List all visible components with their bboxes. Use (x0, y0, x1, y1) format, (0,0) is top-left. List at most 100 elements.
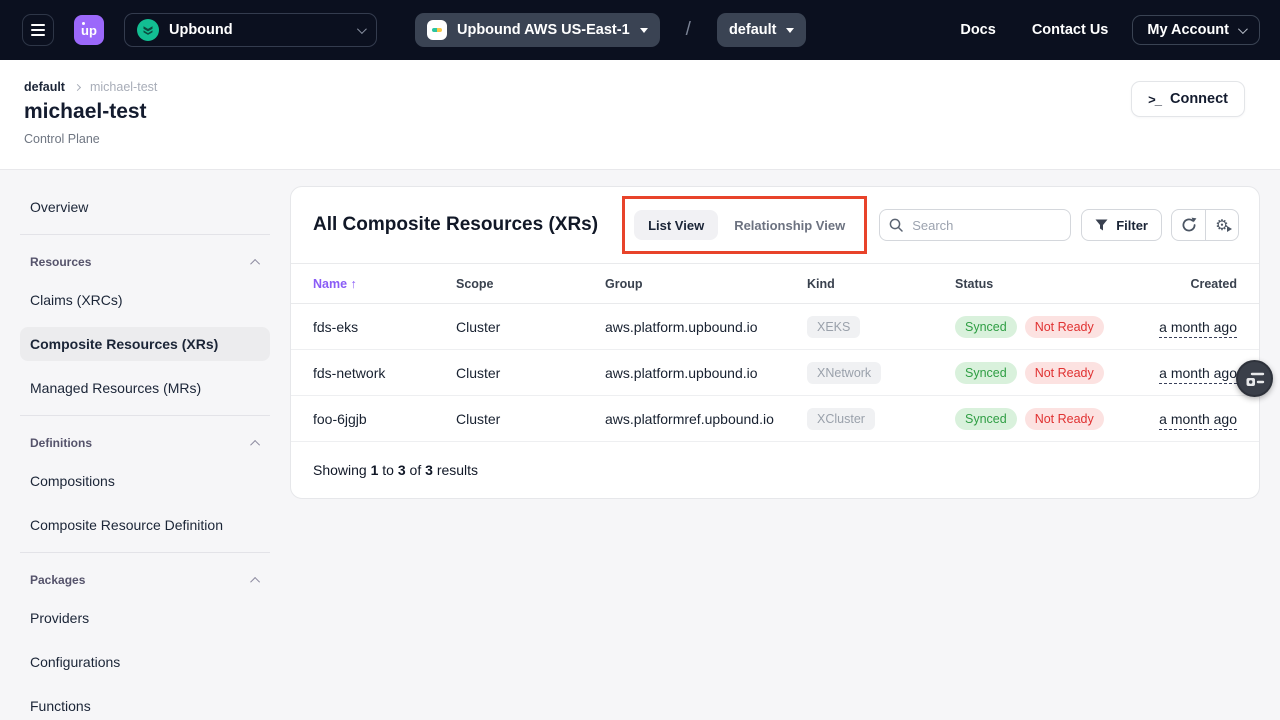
sidebar-item-composite-resources[interactable]: Composite Resources (XRs) (20, 327, 270, 361)
caret-down-icon (640, 28, 648, 33)
cell-scope: Cluster (456, 411, 605, 427)
topbar: up Upbound Upbound AWS US-East-1 / defau… (0, 0, 1280, 60)
sidebar-item-overview[interactable]: Overview (20, 190, 270, 224)
sidebar: Overview Resources Claims (XRCs) Composi… (20, 186, 270, 720)
divider (20, 415, 270, 416)
column-header-scope[interactable]: Scope (456, 277, 605, 291)
list-view-tab[interactable]: List View (634, 210, 718, 240)
column-header-status[interactable]: Status (955, 277, 1135, 291)
breadcrumb-current: michael-test (90, 80, 157, 94)
column-header-created[interactable]: Created (1135, 277, 1237, 291)
synced-badge: Synced (955, 316, 1017, 338)
cell-group: aws.platform.upbound.io (605, 319, 807, 335)
auto-refresh-settings-button[interactable]: ⚙ (1205, 210, 1238, 240)
sidebar-item-claims[interactable]: Claims (XRCs) (20, 283, 270, 317)
chevron-up-icon (250, 576, 260, 586)
created-timestamp[interactable]: a month ago (1159, 319, 1237, 338)
breadcrumb-parent[interactable]: default (24, 80, 65, 94)
refresh-controls: ⚙ (1171, 209, 1239, 241)
chevron-down-icon (357, 24, 367, 34)
connect-button[interactable]: >_ Connect (1131, 81, 1245, 117)
feedback-widget-button[interactable] (1236, 360, 1273, 397)
sort-asc-icon: ↑ (351, 277, 357, 291)
cell-name: foo-6jgjb (313, 411, 456, 427)
content-title: All Composite Resources (XRs) (313, 214, 598, 236)
column-header-name[interactable]: Name ↑ (313, 277, 456, 291)
created-timestamp[interactable]: a month ago (1159, 411, 1237, 430)
table-row[interactable]: fds-eks Cluster aws.platform.upbound.io … (291, 304, 1259, 350)
search-input[interactable] (879, 209, 1071, 241)
filter-label: Filter (1116, 218, 1148, 233)
feedback-form-icon (1245, 370, 1265, 387)
refresh-button[interactable] (1172, 210, 1205, 240)
org-switcher-label: Upbound (169, 22, 233, 38)
toolbar: All Composite Resources (XRs) List View … (291, 187, 1259, 263)
divider (20, 234, 270, 235)
hamburger-icon (31, 24, 45, 26)
section-label: Definitions (30, 436, 92, 450)
chevron-right-icon (74, 83, 81, 90)
divider (20, 552, 270, 553)
sidebar-item-composite-resource-definition[interactable]: Composite Resource Definition (20, 508, 270, 542)
kind-badge: XCluster (807, 408, 875, 430)
table-row[interactable]: foo-6jgjb Cluster aws.platformref.upboun… (291, 396, 1259, 442)
filter-icon (1095, 219, 1108, 231)
path-separator: / (686, 19, 691, 41)
relationship-view-tab[interactable]: Relationship View (734, 218, 845, 233)
control-plane-label: Upbound AWS US-East-1 (457, 22, 630, 38)
menu-button[interactable] (22, 14, 54, 46)
my-account-label: My Account (1147, 22, 1229, 38)
refresh-icon (1181, 217, 1197, 233)
org-avatar-icon (137, 19, 159, 41)
terminal-icon: >_ (1148, 92, 1161, 107)
chevron-up-icon (250, 258, 260, 268)
table-row[interactable]: fds-network Cluster aws.platform.upbound… (291, 350, 1259, 396)
cell-scope: Cluster (456, 365, 605, 381)
breadcrumb: default michael-test (24, 80, 1256, 94)
kind-badge: XEKS (807, 316, 860, 338)
sidebar-section-resources[interactable]: Resources (20, 249, 270, 275)
cell-name: fds-eks (313, 319, 456, 335)
sidebar-item-providers[interactable]: Providers (20, 601, 270, 635)
group-switcher-label: default (729, 22, 777, 38)
not-ready-badge: Not Ready (1025, 362, 1104, 384)
page-header: default michael-test michael-test Contro… (0, 60, 1280, 170)
filter-button[interactable]: Filter (1081, 209, 1162, 241)
control-plane-icon (427, 20, 447, 40)
sidebar-item-compositions[interactable]: Compositions (20, 464, 270, 498)
caret-down-icon (786, 28, 794, 33)
synced-badge: Synced (955, 362, 1017, 384)
control-plane-switcher[interactable]: Upbound AWS US-East-1 (415, 13, 660, 47)
results-summary: Showing 1 to 3 of 3 results (291, 442, 1259, 498)
play-icon (1227, 226, 1232, 232)
sidebar-section-packages[interactable]: Packages (20, 567, 270, 593)
search-icon (889, 218, 903, 232)
sidebar-item-functions[interactable]: Functions (20, 689, 270, 720)
kind-badge: XNetwork (807, 362, 881, 384)
annotation-highlight-box: List View Relationship View (622, 196, 867, 254)
sidebar-section-definitions[interactable]: Definitions (20, 430, 270, 456)
column-header-group[interactable]: Group (605, 277, 807, 291)
search-box (879, 209, 1071, 241)
cell-group: aws.platform.upbound.io (605, 365, 807, 381)
not-ready-badge: Not Ready (1025, 408, 1104, 430)
chevron-up-icon (250, 439, 260, 449)
contact-us-link[interactable]: Contact Us (1032, 22, 1109, 38)
my-account-button[interactable]: My Account (1132, 15, 1260, 45)
docs-link[interactable]: Docs (960, 22, 995, 38)
section-label: Resources (30, 255, 91, 269)
sidebar-item-managed-resources[interactable]: Managed Resources (MRs) (20, 371, 270, 405)
upbound-logo[interactable]: up (74, 15, 104, 45)
cell-name: fds-network (313, 365, 456, 381)
chevron-down-icon (1238, 24, 1248, 34)
group-switcher[interactable]: default (717, 13, 807, 47)
sidebar-item-configurations[interactable]: Configurations (20, 645, 270, 679)
org-switcher[interactable]: Upbound (124, 13, 377, 47)
created-timestamp[interactable]: a month ago (1159, 365, 1237, 384)
not-ready-badge: Not Ready (1025, 316, 1104, 338)
column-header-kind[interactable]: Kind (807, 277, 955, 291)
content-card: All Composite Resources (XRs) List View … (290, 186, 1260, 499)
cell-group: aws.platformref.upbound.io (605, 411, 807, 427)
cell-scope: Cluster (456, 319, 605, 335)
section-label: Packages (30, 573, 85, 587)
